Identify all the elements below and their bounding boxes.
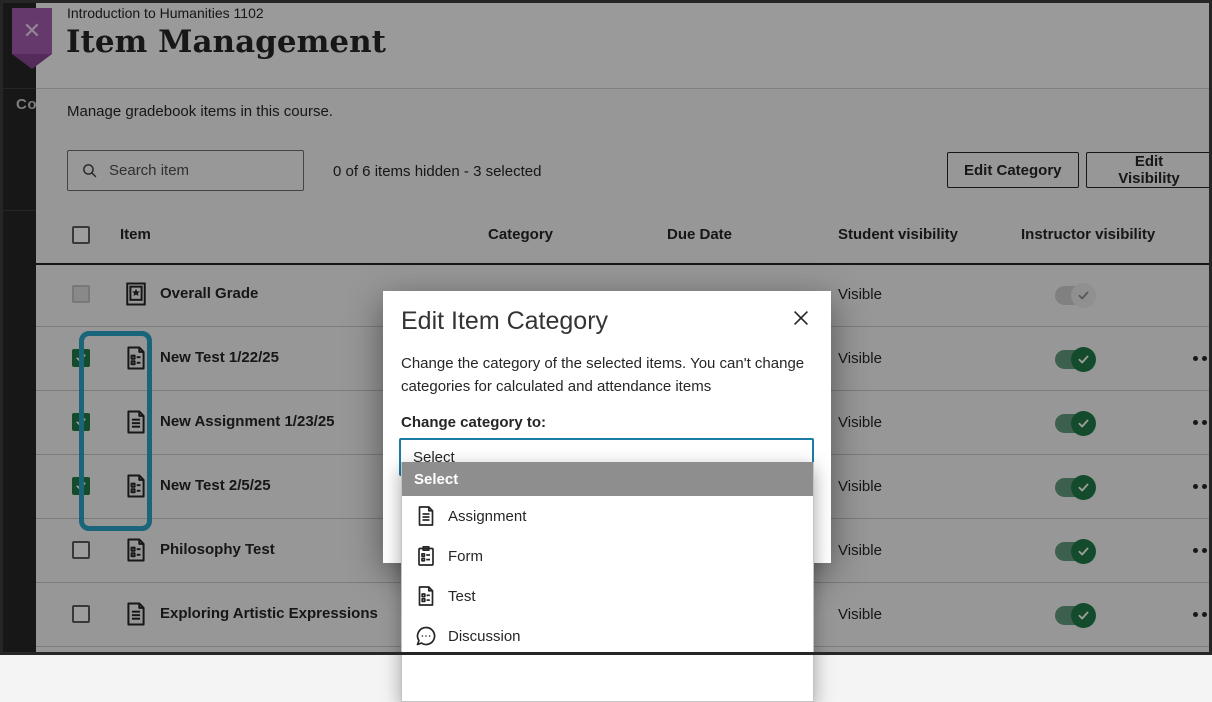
dropdown-option-label: Assignment	[438, 508, 526, 525]
dropdown-option-label: Form	[438, 548, 483, 565]
form-icon	[414, 544, 438, 568]
change-category-label: Change category to:	[401, 414, 546, 431]
category-dropdown: Select Assignment Form Test Discussion	[401, 462, 814, 702]
close-icon	[790, 307, 812, 329]
dropdown-option-discussion[interactable]: Discussion	[402, 616, 813, 656]
dropdown-option-test[interactable]: Test	[402, 576, 813, 616]
test-icon	[414, 584, 438, 608]
modal-title: Edit Item Category	[401, 307, 608, 336]
assignment-icon	[414, 504, 438, 528]
dropdown-option-assignment[interactable]: Assignment	[402, 496, 813, 536]
dropdown-option-label: Select	[402, 471, 458, 488]
discussion-icon	[414, 624, 438, 648]
modal-close-button[interactable]	[785, 303, 817, 335]
dropdown-option-label: Test	[438, 588, 476, 605]
dropdown-option-form[interactable]: Form	[402, 536, 813, 576]
modal-description: Change the category of the selected item…	[401, 353, 806, 398]
dropdown-option-select[interactable]: Select	[402, 462, 813, 496]
dropdown-option-label: Discussion	[438, 628, 521, 645]
